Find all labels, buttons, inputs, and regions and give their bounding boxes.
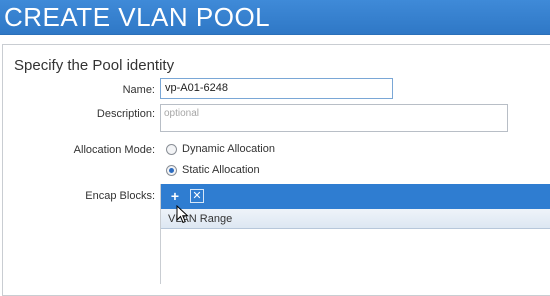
name-input[interactable]: vp-A01-6248 — [160, 78, 393, 99]
radio-static-allocation[interactable]: Static Allocation — [166, 164, 260, 176]
radio-dynamic-allocation[interactable]: Dynamic Allocation — [166, 143, 275, 155]
mouse-pointer-icon — [176, 205, 189, 224]
description-input[interactable]: optional — [160, 104, 508, 132]
radio-label-static: Static Allocation — [182, 164, 260, 176]
radio-button-unchecked[interactable] — [166, 143, 177, 155]
plus-icon[interactable]: + — [168, 189, 182, 203]
page-title: CREATE VLAN POOL — [4, 2, 271, 32]
name-label: Name: — [122, 84, 155, 96]
column-header-vlan-range[interactable]: VLAN Range — [161, 209, 550, 229]
allocation-mode-label: Allocation Mode: — [73, 144, 155, 156]
title-bar: CREATE VLAN POOL — [0, 0, 550, 35]
radio-button-checked[interactable] — [166, 164, 177, 176]
encap-blocks-label: Encap Blocks: — [85, 190, 155, 202]
section-title: Specify the Pool identity — [14, 57, 175, 74]
encap-blocks-table: + ✕ VLAN Range — [160, 184, 550, 284]
description-label: Description: — [96, 108, 155, 120]
radio-label-dynamic: Dynamic Allocation — [182, 143, 275, 155]
x-box-icon[interactable]: ✕ — [190, 189, 204, 203]
encap-toolbar: + ✕ — [161, 184, 550, 209]
